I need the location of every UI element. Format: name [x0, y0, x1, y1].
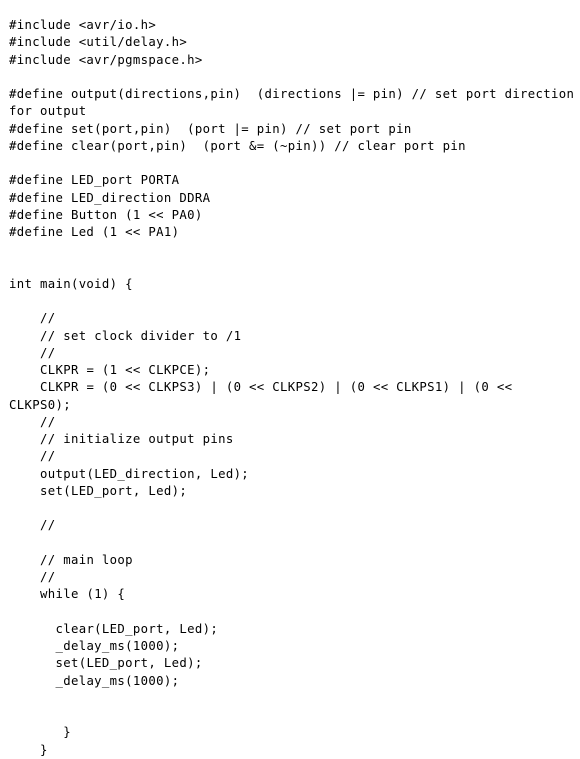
code-line: // [9, 414, 56, 429]
code-line: #define output(directions,pin) (directio… [9, 87, 575, 119]
code-line: // [9, 570, 56, 584]
code-line: clear(LED_port, Led); [9, 621, 219, 636]
code-line: #define Led (1 << PA1) [9, 225, 180, 239]
code-line: // main loop [9, 552, 133, 567]
code-line: // initialize output pins [9, 432, 234, 446]
code-line: // [9, 345, 56, 360]
code-line: #include <util/delay.h> [9, 35, 188, 50]
code-line: #define clear(port,pin) (port &= (~pin))… [9, 138, 466, 153]
code-line: CLKPR = (1 << CLKPCE); [9, 363, 211, 377]
code-line: #define LED_port PORTA [9, 173, 180, 188]
code-line: #define Button (1 << PA0) [9, 207, 203, 222]
code-line: CLKPR = (0 << CLKPS3) | (0 << CLKPS2) | … [9, 380, 521, 412]
code-listing[interactable]: #include <avr/io.h> #include <util/delay.… [0, 13, 580, 757]
code-line: while (1) { [9, 587, 126, 602]
code-line: _delay_ms(1000); [9, 639, 180, 653]
code-line: } [9, 742, 48, 757]
code-line: set(LED_port, Led); [9, 483, 188, 498]
code-line: // [9, 518, 56, 533]
code-line: set(LED_port, Led); [9, 656, 203, 671]
code-line: // [9, 311, 56, 326]
code-line: output(LED_direction, Led); [9, 466, 250, 481]
code-line: #define set(port,pin) (port |= pin) // s… [9, 121, 412, 136]
code-line: _delay_ms(1000); [9, 673, 180, 688]
code-line: #include <avr/pgmspace.h> [9, 52, 203, 67]
code-line: #include <avr/io.h> [9, 18, 157, 32]
code-line: int main(void) { [9, 276, 133, 291]
code-line: // [9, 449, 56, 464]
code-line: // set clock divider to /1 [9, 328, 242, 343]
code-line: #define LED_direction DDRA [9, 190, 211, 205]
